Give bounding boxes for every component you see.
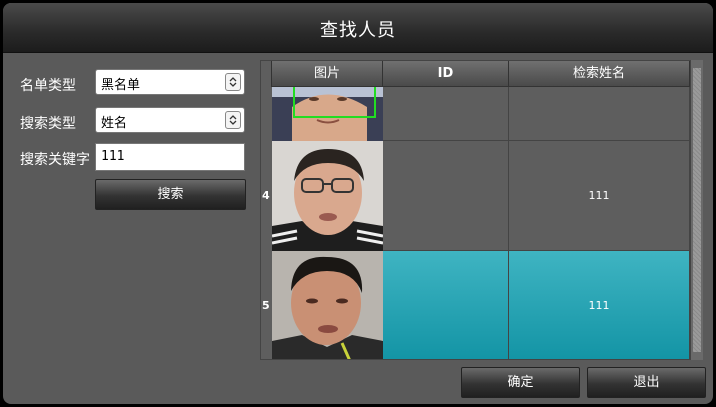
face-photo (272, 141, 383, 251)
select-arrow-icon[interactable] (225, 111, 241, 129)
id-cell[interactable] (383, 251, 509, 359)
search-button-label: 搜索 (157, 187, 184, 202)
dialog-title: 查找人员 (320, 20, 396, 41)
column-header-name[interactable]: 检索姓名 (509, 61, 690, 87)
title-bar: 查找人员 (3, 3, 713, 53)
list-type-select[interactable]: 黑名单 (95, 69, 245, 95)
list-type-label: 名单类型 (20, 78, 76, 94)
keyword-value: 111 (101, 149, 125, 164)
row-header: 4 (261, 141, 272, 251)
vertical-scrollbar[interactable] (691, 60, 703, 360)
face-photo (272, 87, 383, 141)
corner-header (261, 61, 272, 87)
exit-button[interactable]: 退出 (587, 367, 706, 398)
row-header (261, 87, 272, 141)
exit-button-label: 退出 (633, 375, 660, 390)
name-cell[interactable]: 111 (509, 141, 690, 251)
column-header-photo[interactable]: 图片 (272, 61, 383, 87)
name-cell[interactable] (509, 87, 690, 141)
list-type-value: 黑名单 (101, 78, 141, 93)
confirm-button-label: 确定 (507, 375, 534, 390)
scrollbar-thumb[interactable] (693, 68, 701, 352)
confirm-button[interactable]: 确定 (461, 367, 580, 398)
column-header-id[interactable]: ID (383, 61, 509, 87)
name-cell[interactable]: 111 (509, 251, 690, 359)
id-cell[interactable] (383, 141, 509, 251)
keyword-input[interactable]: 111 (95, 143, 245, 171)
face-photo (272, 251, 383, 359)
search-type-label: 搜索类型 (20, 116, 76, 132)
select-arrow-icon[interactable] (225, 73, 241, 91)
search-button[interactable]: 搜索 (95, 179, 246, 210)
row-header: 5 (261, 251, 272, 359)
find-person-dialog: 查找人员 名单类型 黑名单 搜索类型 姓名 搜索关键字 111 搜索 图片 ID… (3, 3, 713, 404)
search-type-value: 姓名 (101, 116, 128, 131)
search-type-select[interactable]: 姓名 (95, 107, 245, 133)
id-cell[interactable] (383, 87, 509, 141)
result-table: 图片 ID 检索姓名 4 111 5 111 (260, 60, 691, 360)
keyword-label: 搜索关键字 (20, 152, 90, 168)
